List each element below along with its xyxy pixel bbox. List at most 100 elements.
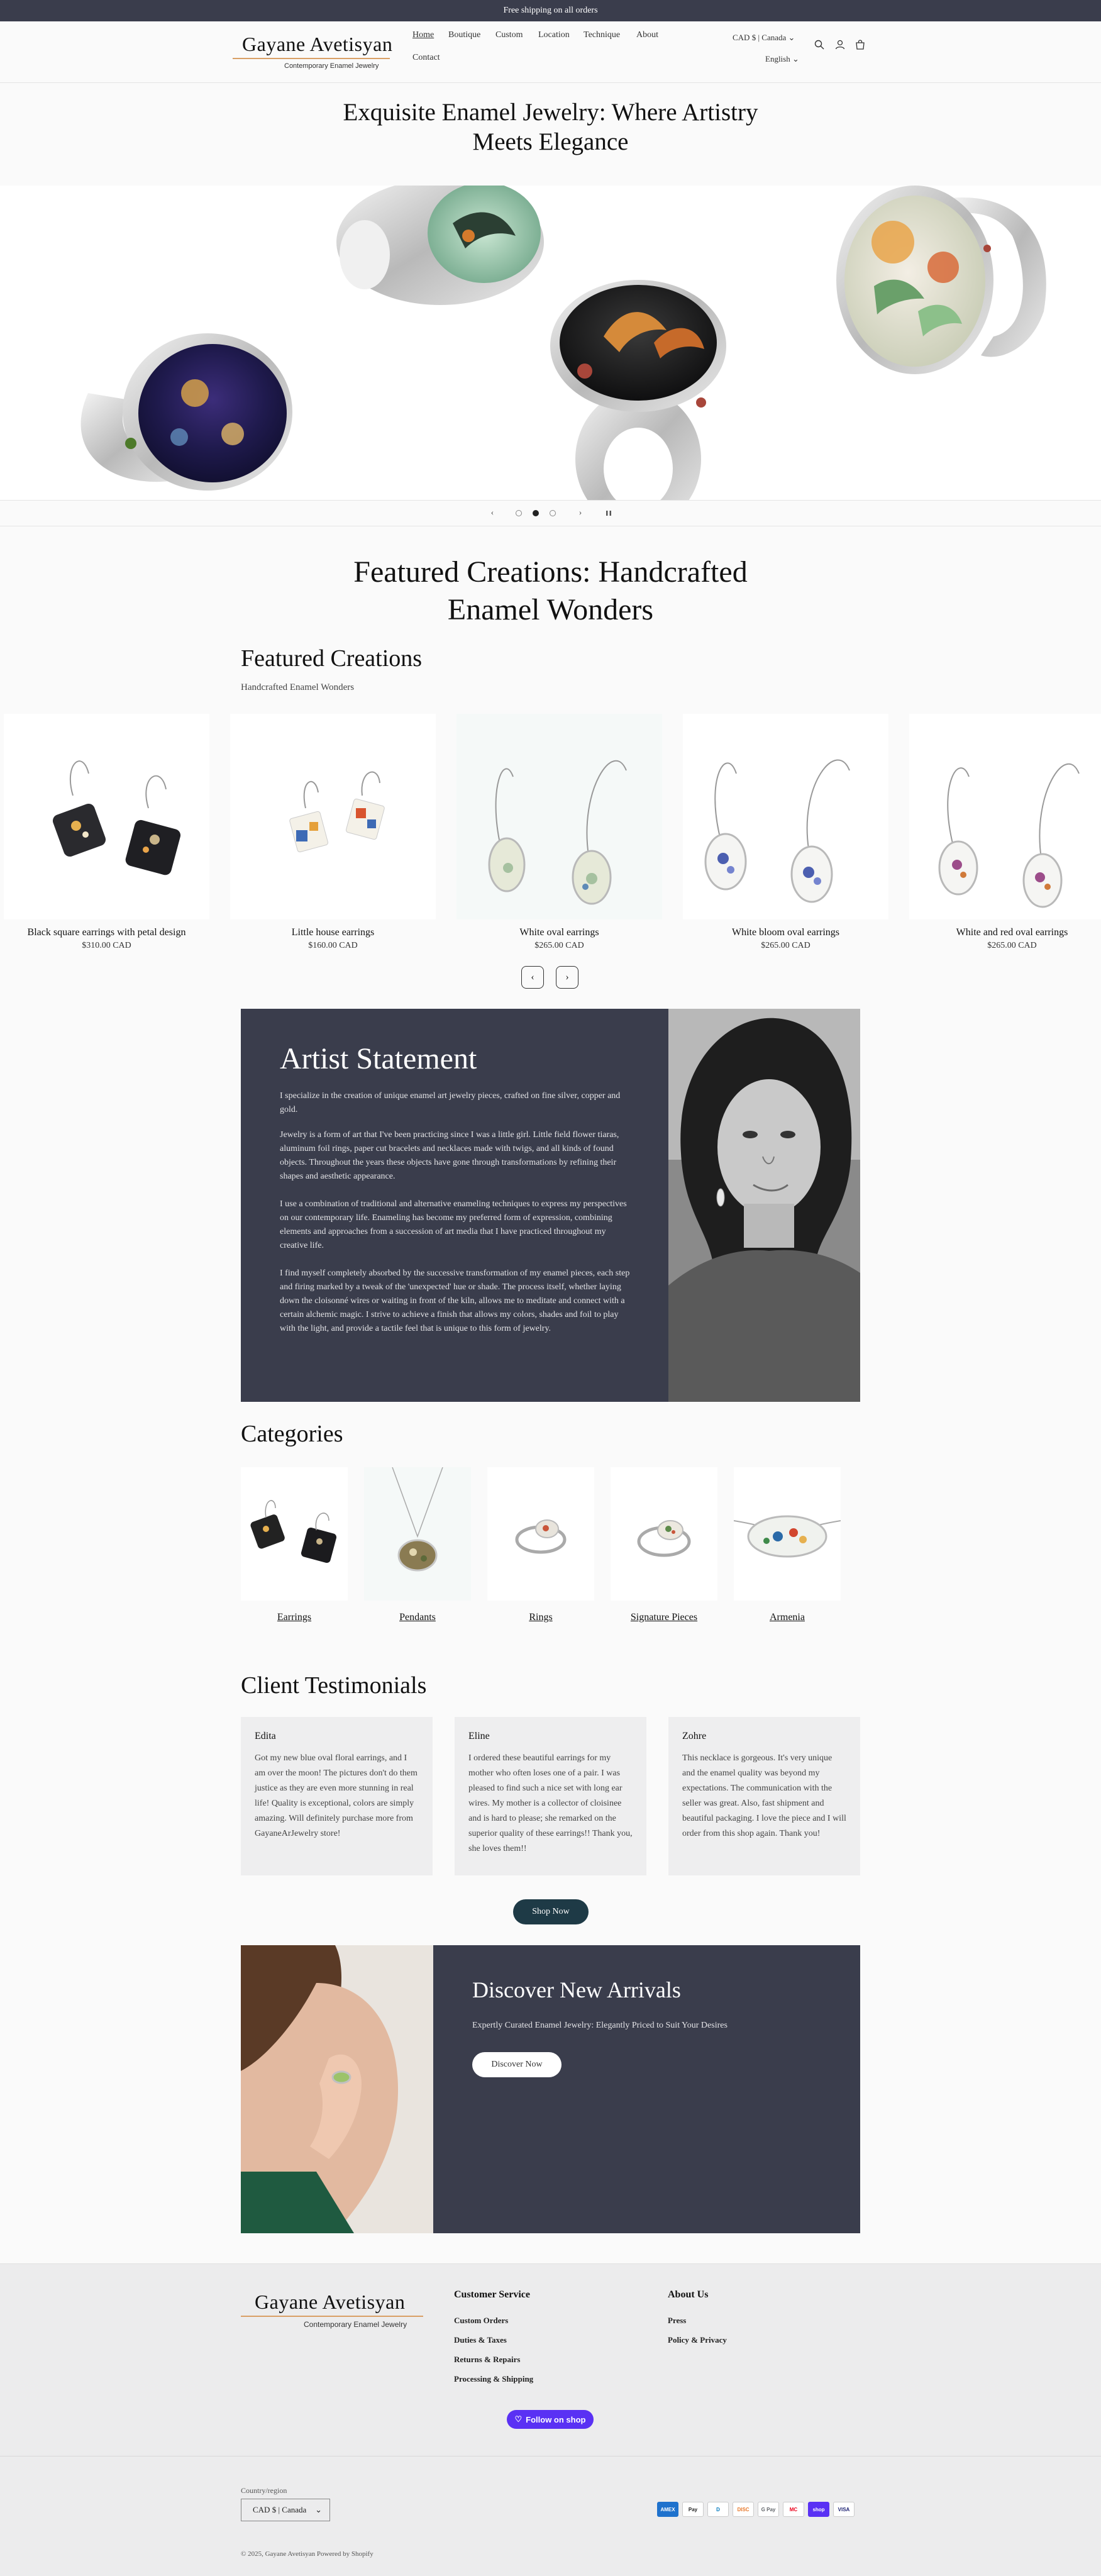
- footer-link-processing-shipping[interactable]: Processing & Shipping: [454, 2374, 533, 2384]
- testimonials-title: Client Testimonials: [241, 1672, 427, 1699]
- product-name[interactable]: White oval earrings: [456, 927, 662, 938]
- footer-link-returns-repairs[interactable]: Returns & Repairs: [454, 2355, 520, 2365]
- category-card[interactable]: Earrings: [241, 1467, 348, 1623]
- footer-link-policy-privacy[interactable]: Policy & Privacy: [668, 2335, 727, 2345]
- category-card[interactable]: Signature Pieces: [611, 1467, 717, 1623]
- nav-location[interactable]: Location: [538, 30, 570, 40]
- nav-custom[interactable]: Custom: [495, 30, 523, 40]
- chevron-down-icon: ⌄: [315, 2505, 322, 2514]
- amex-payment-icon: AMEX: [657, 2502, 678, 2517]
- site-footer: Gayane Avetisyan Contemporary Enamel Jew…: [0, 2263, 1101, 2576]
- account-icon[interactable]: [833, 38, 847, 52]
- footer-link-press[interactable]: Press: [668, 2316, 686, 2326]
- artist-portrait: [668, 1009, 860, 1402]
- category-card[interactable]: Rings: [487, 1467, 594, 1623]
- category-image: [487, 1467, 594, 1601]
- artist-paragraph: I find myself completely absorbed by the…: [280, 1269, 630, 1333]
- nav-boutique[interactable]: Boutique: [448, 30, 480, 40]
- search-icon[interactable]: [812, 38, 826, 52]
- product-price: $265.00 CAD: [534, 941, 584, 950]
- logo-underline: [241, 2316, 423, 2317]
- google-pay-icon: G Pay: [758, 2502, 779, 2517]
- slide-dot-2[interactable]: [533, 510, 539, 516]
- discover-banner: Discover New Arrivals Expertly Curated E…: [241, 1945, 860, 2233]
- visa-icon: VISA: [833, 2502, 855, 2517]
- product-card[interactable]: White and red oval earrings $265.00 CAD: [909, 714, 1101, 951]
- artist-paragraph: Jewelry is a form of art that I've been …: [280, 1130, 619, 1181]
- shop-now-button[interactable]: Shop Now: [513, 1899, 589, 1924]
- category-card[interactable]: Pendants: [364, 1467, 471, 1623]
- header-utilities: CAD $ | Canada ⌄ English ⌄: [729, 31, 874, 75]
- product-card[interactable]: White oval earrings $265.00 CAD: [456, 714, 662, 951]
- nav-about[interactable]: About: [636, 30, 658, 40]
- chevron-left-icon: ‹: [531, 972, 534, 982]
- logo-name: Gayane Avetisyan: [255, 2290, 406, 2313]
- category-card[interactable]: Armenia: [734, 1467, 841, 1623]
- product-price: $265.00 CAD: [761, 941, 811, 950]
- pause-icon[interactable]: [602, 507, 615, 519]
- diners-club-icon: D: [707, 2502, 729, 2517]
- site-logo[interactable]: Gayane Avetisyan Contemporary Enamel Jew…: [233, 33, 393, 73]
- follow-on-shop-button[interactable]: ♡ Follow on shop: [507, 2410, 594, 2429]
- category-image: [734, 1467, 841, 1601]
- product-price: $265.00 CAD: [987, 941, 1037, 950]
- footer-link-duties-taxes[interactable]: Duties & Taxes: [454, 2335, 507, 2345]
- footer-link-custom-orders[interactable]: Custom Orders: [454, 2316, 508, 2326]
- chevron-left-icon[interactable]: ‹: [486, 507, 499, 519]
- artist-paragraph: I specialize in the creation of unique e…: [280, 1091, 621, 1114]
- slide-dot-1[interactable]: [516, 510, 522, 516]
- product-card[interactable]: White bloom oval earrings $265.00 CAD: [683, 714, 888, 951]
- copyright-text: © 2025, Gayane Avetisyan Powered by Shop…: [241, 2550, 373, 2558]
- currency-selector[interactable]: CAD $ | Canada ⌄: [733, 33, 795, 43]
- product-image: [683, 714, 888, 919]
- testimonial-card: Edita Got my new blue oval floral earrin…: [241, 1717, 433, 1875]
- country-region-label: Country/region: [241, 2486, 287, 2495]
- category-image: [364, 1467, 471, 1601]
- featured-heading: Featured Creations: Handcrafted Enamel W…: [353, 555, 748, 626]
- carousel-prev-button[interactable]: ‹: [521, 966, 544, 989]
- nav-contact[interactable]: Contact: [412, 53, 440, 63]
- category-label[interactable]: Earrings: [241, 1612, 348, 1623]
- chevron-right-icon: ›: [565, 972, 569, 982]
- testimonial-card: Zohre This necklace is gorgeous. It's ve…: [668, 1717, 860, 1875]
- nav-technique[interactable]: Technique: [584, 30, 620, 40]
- slideshow-controls: ‹ ›: [0, 500, 1101, 526]
- heart-icon: ♡: [514, 2414, 523, 2424]
- category-image: [611, 1467, 717, 1601]
- category-label[interactable]: Armenia: [734, 1612, 841, 1623]
- category-label[interactable]: Rings: [487, 1612, 594, 1623]
- currency-value: CAD $ | Canada: [733, 33, 787, 42]
- testimonial-text: Got my new blue oval floral earrings, an…: [255, 1753, 418, 1838]
- carousel-next-button[interactable]: ›: [556, 966, 578, 989]
- category-label[interactable]: Signature Pieces: [611, 1612, 717, 1623]
- category-image: [241, 1467, 348, 1601]
- logo-name: Gayane Avetisyan: [242, 33, 393, 55]
- product-name[interactable]: Little house earrings: [230, 927, 436, 938]
- logo-tagline: Contemporary Enamel Jewelry: [304, 2320, 407, 2329]
- product-name[interactable]: White and red oval earrings: [909, 927, 1101, 938]
- slide-dot-3[interactable]: [550, 510, 556, 516]
- category-label[interactable]: Pendants: [364, 1612, 471, 1623]
- product-name[interactable]: White bloom oval earrings: [683, 927, 888, 938]
- model-hand-image: [241, 1945, 433, 2233]
- country-region-select[interactable]: CAD $ | Canada ⌄: [241, 2499, 330, 2521]
- footer-logo[interactable]: Gayane Avetisyan Contemporary Enamel Jew…: [241, 2290, 423, 2329]
- product-name[interactable]: Black square earrings with petal design: [4, 927, 209, 938]
- hero-title: Exquisite Enamel Jewelry: Where Artistry…: [343, 99, 758, 155]
- featured-collection-title: Featured Creations: [241, 645, 423, 672]
- language-selector[interactable]: English ⌄: [765, 54, 799, 64]
- discover-title: Discover New Arrivals: [472, 1977, 681, 2002]
- product-card[interactable]: Little house earrings $160.00 CAD: [230, 714, 436, 951]
- nav-home[interactable]: Home: [412, 30, 434, 40]
- chevron-right-icon[interactable]: ›: [574, 507, 587, 519]
- discover-now-button[interactable]: Discover Now: [472, 2052, 562, 2077]
- testimonial-text: This necklace is gorgeous. It's very uni…: [682, 1753, 846, 1838]
- product-card[interactable]: Black square earrings with petal design …: [4, 714, 209, 951]
- follow-label: Follow on shop: [526, 2414, 586, 2424]
- footer-divider: [0, 2456, 1101, 2457]
- hero-rings-illustration: [80, 186, 1046, 500]
- testimonial-author: Zohre: [682, 1731, 707, 1741]
- cart-icon[interactable]: [853, 38, 867, 52]
- product-price: $160.00 CAD: [308, 941, 358, 950]
- product-image: [230, 714, 436, 919]
